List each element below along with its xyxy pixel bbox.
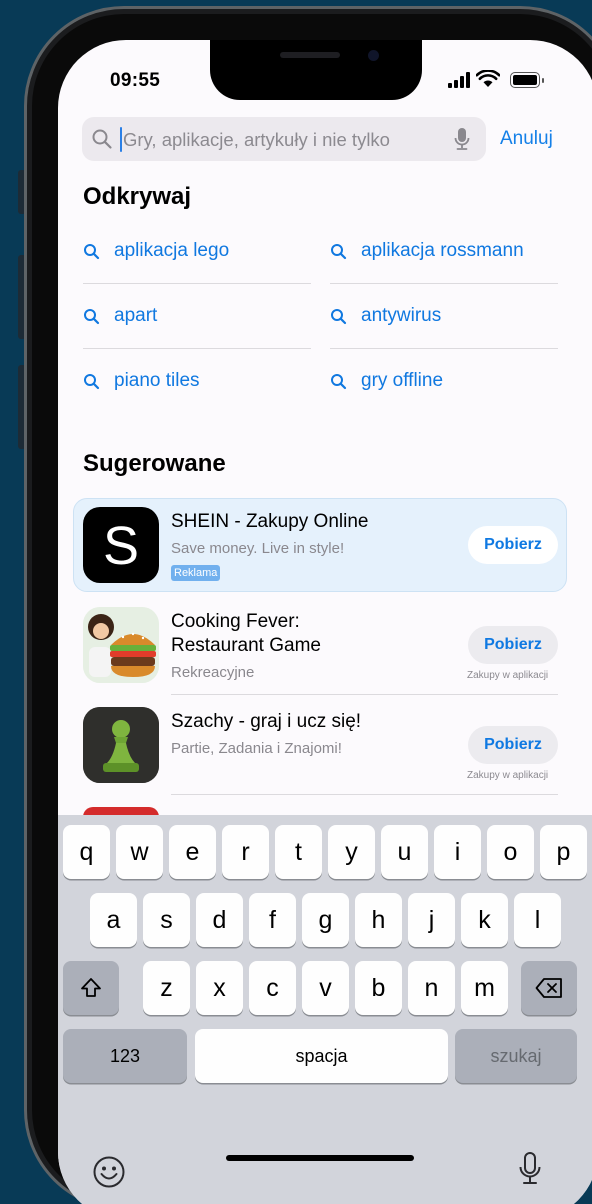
on-screen-keyboard: q w e r t y u i o p a s d f g h j k l z …	[58, 815, 592, 1204]
divider	[171, 794, 558, 795]
shift-icon	[81, 978, 101, 997]
key-e[interactable]: e	[169, 825, 216, 879]
get-button[interactable]: Pobierz	[468, 726, 558, 764]
discover-item-label: piano tiles	[114, 370, 200, 391]
text-cursor	[120, 127, 122, 152]
ad-badge: Reklama	[171, 565, 221, 581]
divider	[330, 348, 558, 349]
divider	[171, 694, 558, 695]
key-s[interactable]: s	[143, 893, 190, 947]
discover-item[interactable]: gry offline	[330, 370, 443, 392]
app-name-line2: Restaurant Game	[171, 635, 321, 656]
discover-item-label: aplikacja lego	[114, 240, 230, 261]
svg-text:S: S	[103, 516, 139, 576]
search-icon	[331, 243, 347, 259]
key-q[interactable]: q	[63, 825, 110, 879]
key-f[interactable]: f	[249, 893, 296, 947]
key-m[interactable]: m	[461, 961, 508, 1015]
key-i[interactable]: i	[434, 825, 481, 879]
discover-item[interactable]: piano tiles	[83, 370, 200, 392]
battery-icon	[510, 72, 544, 88]
key-z[interactable]: z	[143, 961, 190, 1015]
search-placeholder: Gry, aplikacje, artykuły i nie tylko	[123, 129, 390, 150]
search-icon	[84, 243, 100, 259]
app-name: Szachy - graj i ucz się!	[171, 711, 362, 732]
suggested-heading: Sugerowane	[83, 450, 226, 477]
search-icon	[331, 373, 347, 389]
search-input[interactable]: Gry, aplikacje, artykuły i nie tylko	[82, 117, 486, 161]
search-icon	[331, 308, 347, 324]
get-button[interactable]: Pobierz	[468, 626, 558, 664]
shein-logo-icon: S	[83, 507, 159, 583]
cellular-signal-icon	[448, 72, 470, 88]
discover-item[interactable]: antywirus	[330, 305, 441, 327]
space-key[interactable]: spacja	[195, 1029, 448, 1083]
app-name-line1: Cooking Fever:	[171, 611, 300, 632]
search-icon	[92, 129, 112, 149]
discover-item-label: antywirus	[361, 305, 442, 326]
phone-screen: 09:55 Gry, aplikacje, artykuły i nie tyl…	[58, 40, 592, 1204]
backspace-icon	[535, 978, 562, 998]
app-name: SHEIN - Zakupy Online	[171, 511, 369, 532]
cancel-button[interactable]: Anuluj	[500, 128, 553, 150]
key-p[interactable]: p	[540, 825, 587, 879]
key-a[interactable]: a	[90, 893, 137, 947]
key-y[interactable]: y	[328, 825, 375, 879]
get-button[interactable]: Pobierz	[468, 526, 558, 564]
wifi-icon	[476, 70, 500, 87]
key-c[interactable]: c	[249, 961, 296, 1015]
status-time: 09:55	[110, 70, 161, 91]
search-icon	[84, 308, 100, 324]
key-h[interactable]: h	[355, 893, 402, 947]
app-subtitle: Partie, Zadania i Znajomi!	[171, 740, 342, 757]
search-icon	[84, 373, 100, 389]
dictation-microphone-icon[interactable]	[518, 1151, 542, 1187]
discover-item[interactable]: aplikacja lego	[83, 240, 229, 262]
notch	[210, 40, 422, 100]
app-subtitle: Save money. Live in style!	[171, 540, 345, 557]
key-t[interactable]: t	[275, 825, 322, 879]
discover-heading: Odkrywaj	[83, 183, 192, 210]
key-u[interactable]: u	[381, 825, 428, 879]
divider	[83, 283, 311, 284]
app-subtitle: Rekreacyjne	[171, 664, 255, 681]
numbers-key[interactable]: 123	[63, 1029, 187, 1083]
key-w[interactable]: w	[116, 825, 163, 879]
key-x[interactable]: x	[196, 961, 243, 1015]
divider	[83, 348, 311, 349]
key-o[interactable]: o	[487, 825, 534, 879]
key-b[interactable]: b	[355, 961, 402, 1015]
emoji-icon[interactable]	[92, 1155, 126, 1189]
chess-pawn-icon	[83, 707, 159, 783]
in-app-purchases-note: Zakupy w aplikacji	[467, 770, 549, 781]
key-r[interactable]: r	[222, 825, 269, 879]
microphone-icon[interactable]	[454, 127, 470, 151]
discover-item-label: apart	[114, 305, 158, 326]
search-key[interactable]: szukaj	[455, 1029, 577, 1083]
in-app-purchases-note: Zakupy w aplikacji	[467, 670, 549, 681]
burger-chef-icon	[83, 607, 159, 683]
key-d[interactable]: d	[196, 893, 243, 947]
key-l[interactable]: l	[514, 893, 561, 947]
divider	[330, 283, 558, 284]
home-indicator[interactable]	[226, 1155, 414, 1161]
key-v[interactable]: v	[302, 961, 349, 1015]
backspace-key[interactable]	[521, 961, 577, 1015]
discover-item-label: aplikacja rossmann	[361, 240, 524, 261]
key-g[interactable]: g	[302, 893, 349, 947]
discover-item[interactable]: aplikacja rossmann	[330, 240, 524, 262]
key-n[interactable]: n	[408, 961, 455, 1015]
shift-key[interactable]	[63, 961, 119, 1015]
discover-item[interactable]: apart	[83, 305, 157, 327]
key-j[interactable]: j	[408, 893, 455, 947]
key-k[interactable]: k	[461, 893, 508, 947]
discover-item-label: gry offline	[361, 370, 444, 391]
